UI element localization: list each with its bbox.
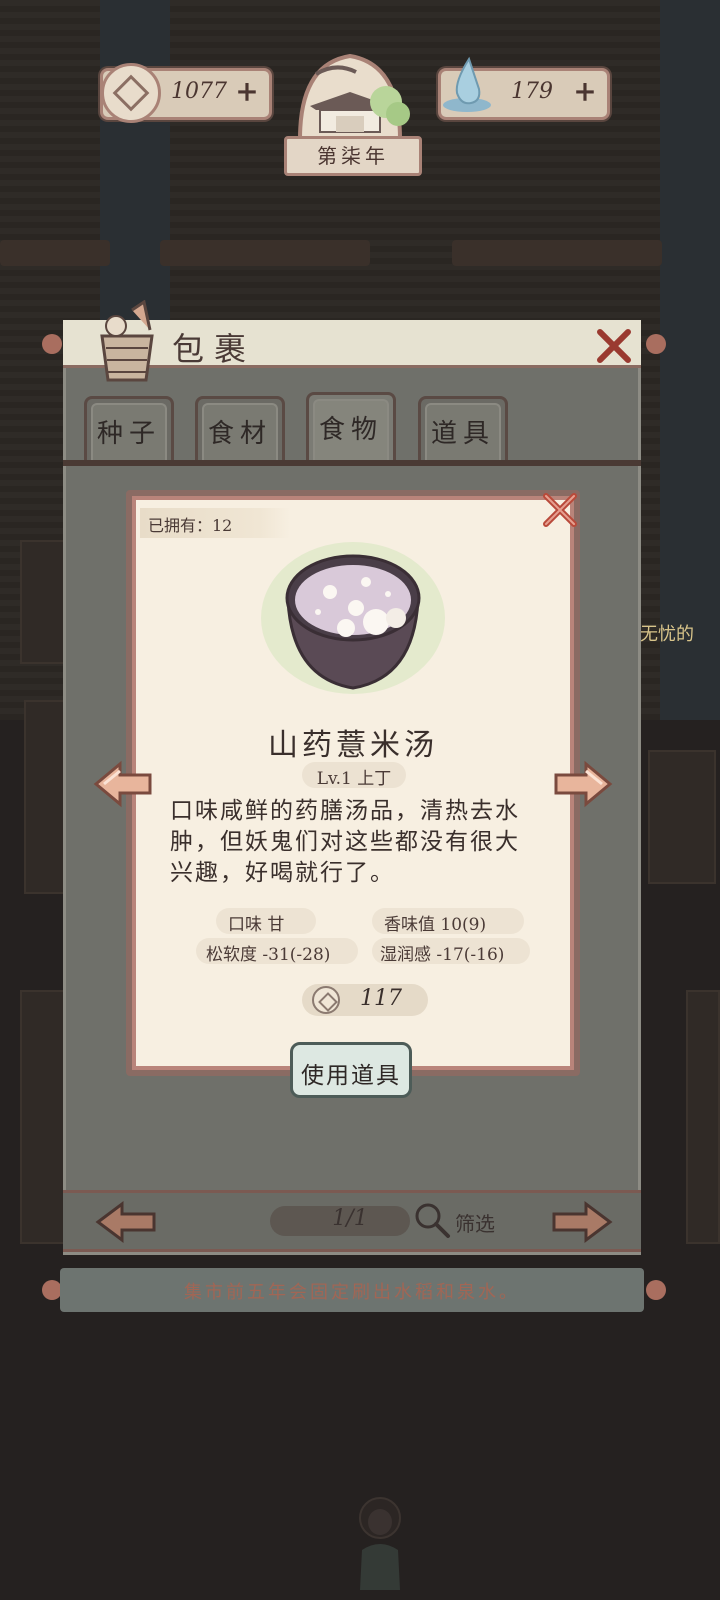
close-icon[interactable]: [540, 490, 580, 530]
item-name: 山药薏米汤: [268, 728, 438, 763]
add-spirit-water-button[interactable]: +: [571, 77, 599, 107]
filter-button[interactable]: 筛选: [455, 1208, 495, 1237]
spirit-water-counter: 179 +: [438, 56, 610, 120]
coin-icon: [312, 986, 340, 1014]
tab-food[interactable]: 食物: [306, 392, 396, 466]
prev-page-arrow-icon[interactable]: [94, 1200, 158, 1244]
item-level: Lv.1 上丁: [316, 769, 392, 789]
year-label: 第柒年: [284, 136, 422, 176]
background-cabinet: [686, 990, 720, 1244]
coin-counter: 1077 +: [100, 63, 272, 123]
tab-food-label: 食物: [318, 415, 383, 445]
background-sign: 无忧的: [640, 624, 694, 645]
add-coins-button[interactable]: +: [233, 77, 261, 107]
background-cabinet: [648, 750, 716, 884]
coin-icon: [101, 63, 161, 123]
item-price: 117: [360, 986, 402, 1011]
stat-moisture: 湿润感 -17(-16): [380, 945, 505, 965]
coin-value: 1077: [171, 79, 227, 104]
use-item-button[interactable]: 使用道具: [290, 1042, 412, 1098]
spirit-drop-icon: [443, 56, 491, 112]
page-indicator: 1/1: [332, 1206, 368, 1231]
stat-softness: 松软度 -31(-28): [206, 945, 331, 965]
character-sprite: [359, 1497, 401, 1590]
scroll-rod-right: [646, 1280, 666, 1300]
tab-ingredients-label: 食材: [207, 419, 272, 449]
prev-item-arrow-icon[interactable]: [92, 760, 154, 808]
background-shelf: [452, 240, 662, 266]
magnifier-icon[interactable]: [412, 1200, 452, 1240]
tab-ingredients[interactable]: 食材: [195, 396, 285, 462]
basket-icon: [100, 300, 154, 382]
next-item-arrow-icon[interactable]: [552, 760, 614, 808]
stat-aroma: 香味值 10(9): [384, 915, 487, 935]
owned-count: 已拥有：12: [148, 516, 233, 535]
background-cabinet: [20, 990, 68, 1244]
bag-title: 包裹: [172, 330, 257, 368]
scroll-rod-left: [42, 334, 62, 354]
spirit-water-value: 179: [511, 79, 553, 104]
close-icon[interactable]: [594, 326, 634, 366]
soup-bowl-image: [261, 542, 445, 694]
tab-props-label: 道具: [430, 419, 495, 449]
stat-taste: 口味 甘: [228, 915, 285, 935]
item-description: 口味咸鲜的药膳汤品，清热去水肿，但妖鬼们对这些都没有很大兴趣，好喝就行了。: [170, 796, 534, 896]
tab-props[interactable]: 道具: [418, 396, 508, 462]
tab-divider: [63, 460, 641, 466]
tip-text: 集市前五年会固定刷出水稻和泉水。: [184, 1282, 520, 1303]
background-cabinet: [24, 700, 68, 894]
tab-seeds-label: 种子: [96, 419, 161, 449]
background-shelf: [0, 240, 110, 266]
item-description-text: 口味咸鲜的药膳汤品，清热去水肿，但妖鬼们对这些都没有很大兴趣，好喝就行了。: [170, 798, 520, 886]
background-shelf: [160, 240, 370, 266]
background-cabinet: [20, 540, 68, 664]
use-item-button-label: 使用道具: [301, 1063, 401, 1089]
scroll-rod-left: [42, 1280, 62, 1300]
next-page-arrow-icon[interactable]: [550, 1200, 614, 1244]
background-curtain-right: [660, 0, 720, 720]
tab-seeds[interactable]: 种子: [84, 396, 174, 462]
scroll-rod-right: [646, 334, 666, 354]
